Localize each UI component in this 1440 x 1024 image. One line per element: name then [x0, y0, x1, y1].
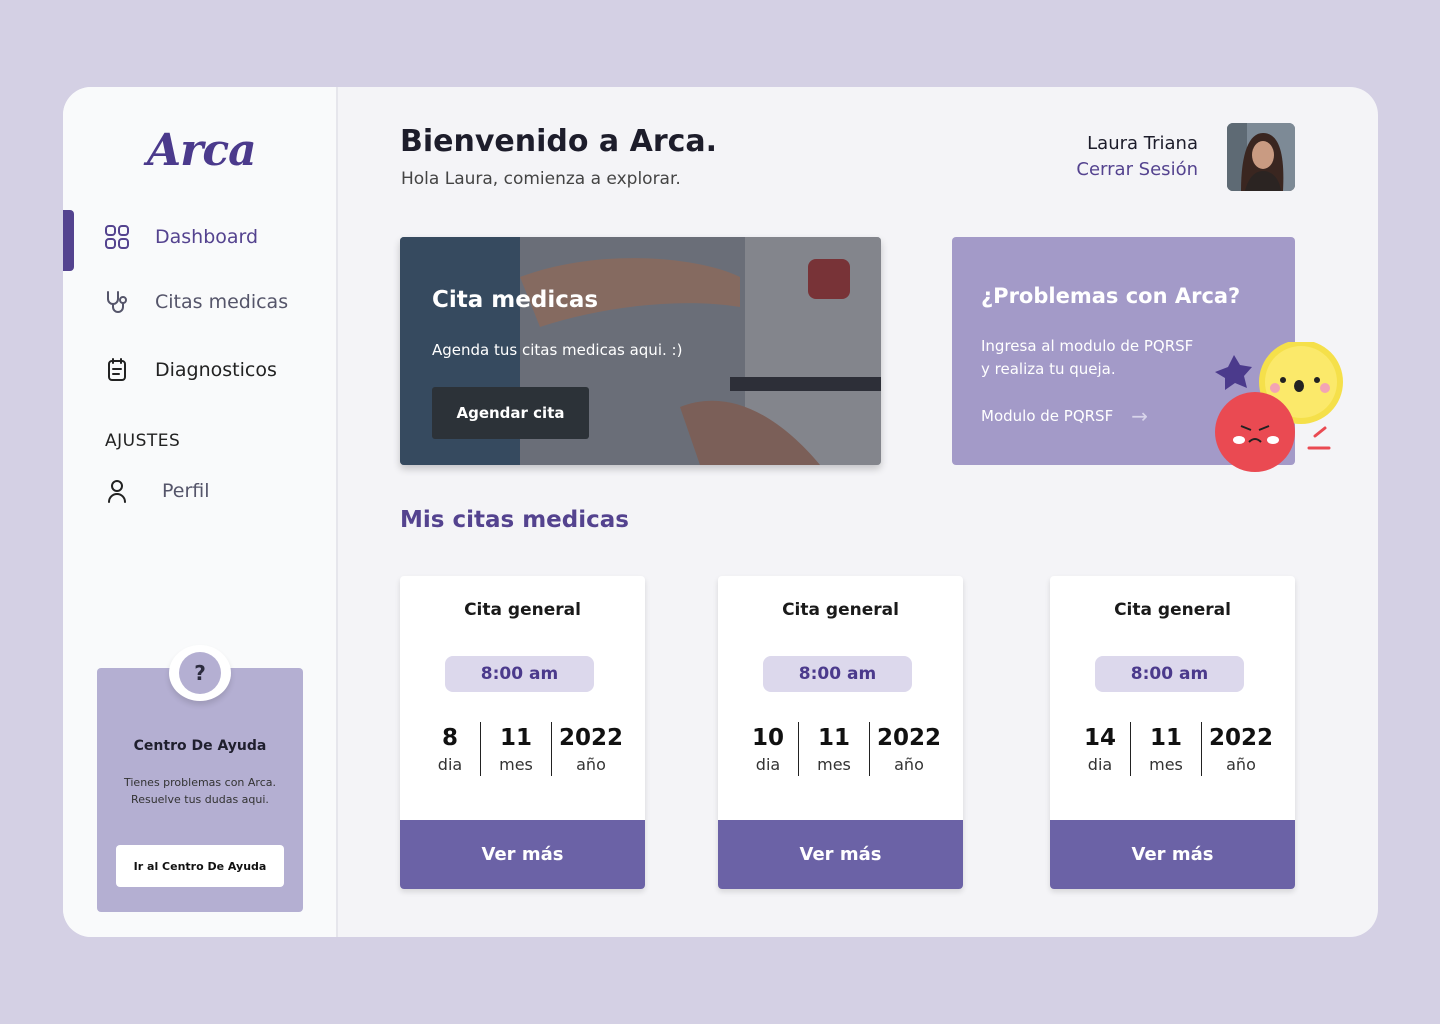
pqrsf-link[interactable]: Modulo de PQRSF → — [981, 404, 1148, 428]
see-more-button[interactable]: Ver más — [718, 820, 963, 889]
date-month: 11 — [817, 724, 850, 751]
year-label: año — [894, 754, 924, 774]
date-year: 2022 — [1208, 724, 1273, 751]
sidebar-item-label: Dashboard — [155, 226, 259, 248]
appointments-section-title: Mis citas medicas — [400, 507, 629, 533]
date-day: 14 — [1083, 724, 1116, 751]
appointment-title: Cita general — [782, 600, 899, 620]
logo: Arca — [147, 125, 257, 176]
month-label: mes — [817, 754, 851, 774]
appointment-time: 8:00 am — [1095, 656, 1244, 692]
user-name: Laura Triana — [1087, 133, 1198, 154]
help-title: Centro De Ayuda — [133, 738, 267, 754]
date-month: 11 — [1149, 724, 1182, 751]
sidebar-item-label: Perfil — [162, 480, 210, 502]
page-title: Bienvenido a Arca. — [400, 124, 718, 159]
schedule-appointment-button[interactable]: Agendar cita — [432, 387, 589, 439]
date-month: 11 — [499, 724, 532, 751]
appointments-hero-card: Cita medicas Agenda tus citas medicas aq… — [400, 237, 881, 465]
settings-section-title: AJUSTES — [105, 431, 181, 451]
sidebar-item-diagnosticos[interactable]: Diagnosticos — [103, 356, 277, 384]
grid-icon — [103, 223, 131, 251]
date-day: 10 — [751, 724, 784, 751]
help-center-card: Centro De Ayuda Tienes problemas con Arc… — [97, 668, 303, 912]
month-label: mes — [1149, 754, 1183, 774]
appointment-card: Cita general 8:00 am 14 dia 11 mes 2022 año… — [1050, 576, 1295, 889]
date-year: 2022 — [876, 724, 941, 751]
sidebar: Arca Dashboard Citas medicas Diagnostico… — [63, 87, 338, 937]
year-label: año — [1226, 754, 1256, 774]
page-subtitle: Hola Laura, comienza a explorar. — [401, 169, 681, 189]
hero-title: Cita medicas — [432, 287, 599, 313]
help-center-button[interactable]: Ir al Centro De Ayuda — [116, 845, 284, 887]
hero-text: Agenda tus citas medicas aqui. :) — [432, 341, 683, 359]
appointment-title: Cita general — [1114, 600, 1231, 620]
arrow-right-icon: → — [1131, 404, 1148, 428]
avatar[interactable] — [1227, 123, 1295, 191]
pqrsf-title: ¿Problemas con Arca? — [981, 284, 1241, 308]
help-text: Tienes problemas con Arca. Resuelve tus … — [124, 776, 276, 806]
sidebar-item-dashboard[interactable]: Dashboard — [103, 223, 258, 251]
appointment-time: 8:00 am — [763, 656, 912, 692]
clipboard-icon — [103, 356, 131, 384]
see-more-button[interactable]: Ver más — [400, 820, 645, 889]
stethoscope-icon — [103, 288, 131, 316]
see-more-button[interactable]: Ver más — [1050, 820, 1295, 889]
appointment-card: Cita general 8:00 am 10 dia 11 mes 2022 año… — [718, 576, 963, 889]
day-label: dia — [1087, 754, 1113, 774]
appointment-date: 14 dia 11 mes 2022 año — [1070, 722, 1280, 776]
date-year: 2022 — [558, 724, 623, 751]
emoji-illustration — [1215, 342, 1343, 472]
appointment-title: Cita general — [464, 600, 581, 620]
month-label: mes — [499, 754, 533, 774]
help-badge: ? — [169, 645, 231, 701]
appointment-card: Cita general 8:00 am 8 dia 11 mes 2022 año … — [400, 576, 645, 889]
appointment-date: 10 dia 11 mes 2022 año — [738, 722, 948, 776]
date-day: 8 — [441, 724, 458, 751]
sidebar-item-label: Citas medicas — [155, 291, 289, 313]
appointment-time: 8:00 am — [445, 656, 594, 692]
sidebar-item-perfil[interactable]: Perfil — [103, 477, 210, 505]
question-icon: ? — [179, 652, 221, 694]
app-window: Arca Dashboard Citas medicas Diagnostico… — [63, 87, 1378, 937]
active-indicator — [63, 210, 74, 271]
day-label: dia — [755, 754, 781, 774]
pqrsf-link-label: Modulo de PQRSF — [981, 407, 1114, 425]
sidebar-item-label: Diagnosticos — [155, 359, 277, 381]
user-icon — [103, 477, 131, 505]
sidebar-item-citas[interactable]: Citas medicas — [103, 288, 288, 316]
year-label: año — [576, 754, 606, 774]
pqrsf-text: Ingresa al modulo de PQRSF y realiza tu … — [981, 337, 1194, 378]
logout-link[interactable]: Cerrar Sesión — [1076, 159, 1198, 180]
appointment-date: 8 dia 11 mes 2022 año — [420, 722, 630, 776]
day-label: dia — [437, 754, 463, 774]
